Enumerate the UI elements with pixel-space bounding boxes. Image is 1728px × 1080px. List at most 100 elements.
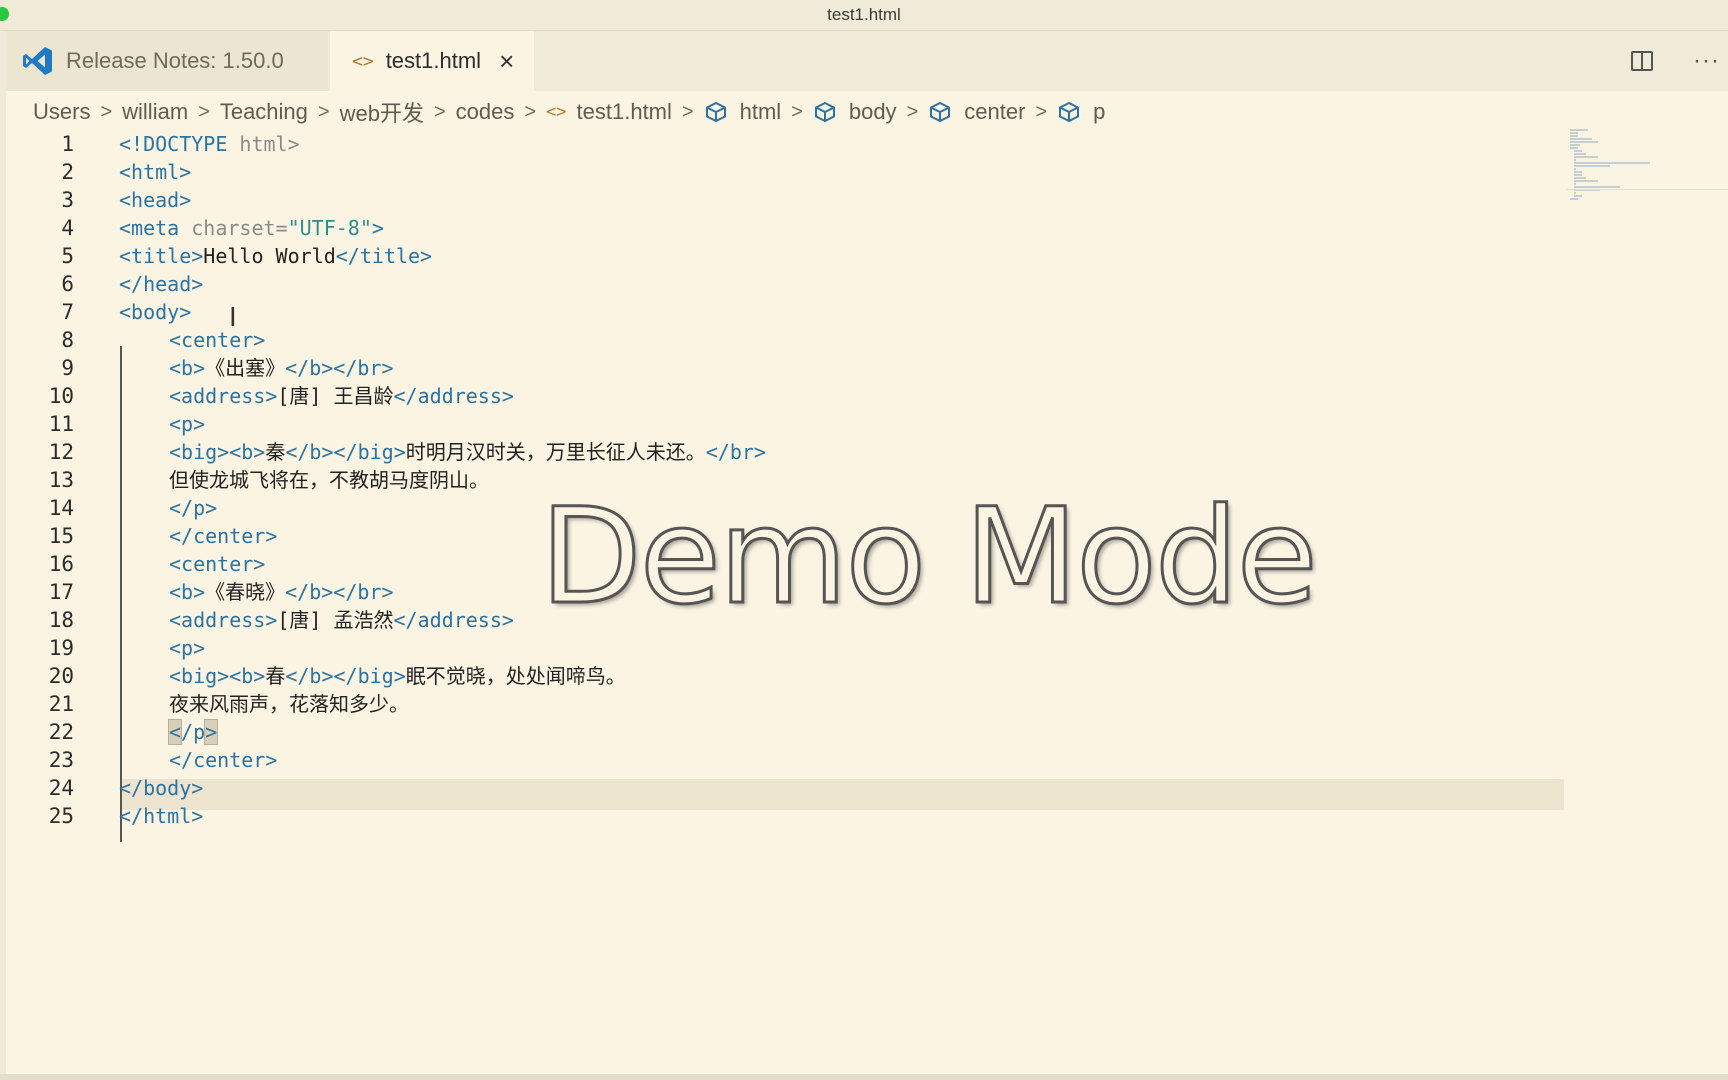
code-token: /p: [181, 720, 206, 744]
code-token: <p>: [169, 636, 206, 660]
code-token: <meta: [119, 216, 180, 240]
breadcrumb-symbol-p[interactable]: p: [1093, 99, 1105, 125]
minimap-divider: [1566, 189, 1728, 190]
code-line: </center>: [169, 745, 277, 776]
chevron-right-icon: >: [1035, 100, 1048, 123]
line-number: 5: [61, 244, 74, 268]
bracket-match: >: [204, 719, 219, 745]
code-line: <head>: [119, 185, 191, 216]
line-number: 19: [48, 636, 74, 660]
code-line: </center>: [169, 521, 277, 552]
breadcrumb-symbol-center[interactable]: center: [964, 99, 1025, 125]
breadcrumb-folder-teaching[interactable]: Teaching: [220, 99, 308, 125]
line-number: 3: [61, 188, 74, 212]
line-number: 7: [61, 300, 74, 324]
code-token: <center>: [169, 328, 266, 352]
line-number: 25: [48, 804, 74, 828]
code-token: html>: [227, 132, 300, 156]
tab-label: test1.html: [385, 48, 482, 73]
code-token: <center>: [169, 552, 266, 576]
code-text: [唐] 孟浩然: [277, 608, 394, 632]
symbol-cube-icon: [1059, 102, 1080, 122]
chevron-right-icon: >: [681, 100, 694, 123]
breadcrumb-folder-william[interactable]: william: [122, 99, 188, 125]
line-number: 23: [48, 748, 74, 772]
chevron-right-icon: >: [433, 100, 446, 123]
code-token: <b>: [169, 580, 206, 604]
code-line: </head>: [119, 269, 203, 300]
code-line: <b>《出塞》</b></br>: [169, 353, 394, 384]
line-number: 6: [61, 272, 74, 296]
window-titlebar: test1.html: [0, 0, 1728, 31]
code-token: </address>: [393, 384, 514, 408]
code-text: 眠不觉晓，处处闻啼鸟。: [405, 664, 626, 688]
code-text: 秦: [265, 440, 286, 464]
code-line: <big><b>春</b></big>眠不觉晓，处处闻啼鸟。: [169, 661, 626, 692]
code-token: </b></big>: [285, 664, 406, 688]
more-actions-icon[interactable]: ···: [1693, 47, 1720, 75]
close-icon[interactable]: ×: [499, 48, 514, 74]
code-token: </br>: [705, 440, 766, 464]
line-number: 18: [48, 608, 74, 632]
code-line: <center>: [169, 549, 265, 580]
html-code-icon: <>: [546, 102, 567, 122]
text-cursor-icon: I: [229, 303, 237, 333]
code-text: 但使龙城飞将在，不教胡马度阴山。: [169, 468, 489, 492]
demo-mode-watermark: Demo Mode: [539, 479, 1320, 636]
code-line: <big><b>秦</b></big>时明月汉时关，万里长征人未还。</br>: [169, 437, 766, 468]
breadcrumb-folder-users[interactable]: Users: [33, 99, 90, 125]
vscode-logo-icon: [23, 47, 52, 75]
code-line: <html>: [119, 157, 191, 188]
breadcrumb-file[interactable]: test1.html: [577, 99, 672, 125]
breadcrumb-symbol-body[interactable]: body: [849, 99, 897, 125]
minimap[interactable]: [1570, 128, 1680, 202]
symbol-cube-icon: [705, 102, 726, 122]
line-number: 22: [48, 720, 74, 744]
chevron-right-icon: >: [524, 100, 537, 123]
code-token: <title>: [119, 244, 204, 268]
code-token: </center>: [169, 524, 278, 548]
code-token: </b></br>: [285, 356, 394, 380]
line-number: 21: [48, 692, 74, 716]
editor-tab-bar: Release Notes: 1.50.0 <> test1.html × ··…: [0, 31, 1728, 91]
code-token: <big><b>: [169, 664, 266, 688]
line-number: 12: [48, 440, 74, 464]
line-number: 16: [48, 552, 74, 576]
code-token: <address>: [169, 384, 278, 408]
window-control-green[interactable]: [0, 7, 9, 21]
tab-label: Release Notes: 1.50.0: [66, 48, 284, 73]
code-token: "UTF-8": [287, 216, 372, 240]
code-line: <!DOCTYPE html>: [119, 129, 300, 160]
code-token: <!DOCTYPE: [119, 132, 228, 156]
breadcrumb-symbol-html[interactable]: html: [740, 99, 782, 125]
window-title: test1.html: [827, 5, 901, 24]
code-line: <p>: [169, 633, 205, 664]
chevron-right-icon: >: [317, 100, 330, 123]
breadcrumb-folder-web[interactable]: web开发: [340, 96, 424, 128]
code-token: <html>: [119, 160, 192, 184]
code-token: </address>: [393, 608, 514, 632]
code-token: </html>: [119, 804, 204, 828]
code-line-current: </p>: [167, 717, 219, 748]
code-token: </title>: [335, 244, 433, 268]
code-text: 春: [265, 664, 286, 688]
line-number: 10: [48, 384, 74, 408]
breadcrumb-folder-codes[interactable]: codes: [456, 99, 515, 125]
chevron-right-icon: >: [100, 100, 113, 123]
code-line: 但使龙城飞将在，不教胡马度阴山。: [169, 465, 489, 496]
code-line: <b>《春晓》</b></br>: [169, 577, 394, 608]
code-line: <center>: [169, 325, 265, 356]
line-number: 8: [61, 328, 74, 352]
code-line: <title>Hello World</title>: [119, 241, 432, 272]
code-text: Hello World: [203, 244, 336, 268]
code-token: </p>: [169, 496, 218, 520]
symbol-cube-icon: [930, 102, 951, 122]
line-number: 11: [48, 412, 74, 436]
tab-test1-html[interactable]: <> test1.html ×: [330, 31, 534, 91]
code-line: 夜来风雨声，花落知多少。: [169, 689, 409, 720]
tab-release-notes[interactable]: Release Notes: 1.50.0: [6, 31, 328, 91]
code-text: 时明月汉时关，万里长征人未还。: [405, 440, 706, 464]
code-token: <big><b>: [169, 440, 266, 464]
split-editor-icon[interactable]: [1631, 51, 1654, 71]
html-code-icon: <>: [352, 50, 374, 72]
